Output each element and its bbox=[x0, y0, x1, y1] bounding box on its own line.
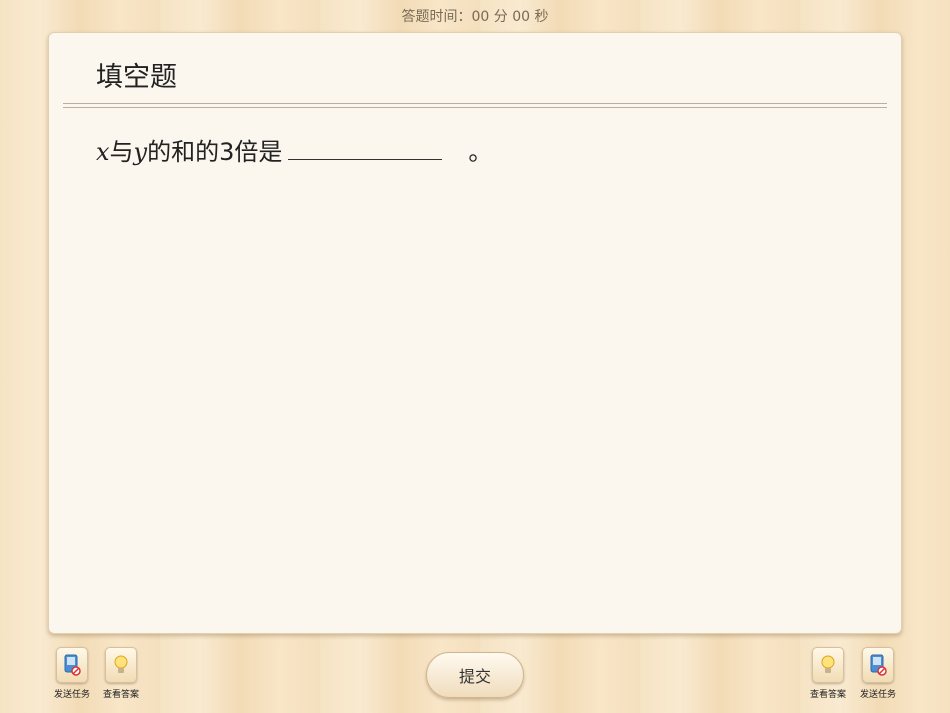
question-period: 。 bbox=[468, 138, 493, 166]
view-answer-label: 查看答案 bbox=[809, 690, 846, 700]
submit-button[interactable]: 提交 bbox=[426, 652, 524, 698]
send-task-label: 发送任务 bbox=[859, 690, 896, 700]
lightbulb-icon bbox=[812, 647, 844, 683]
view-answer-button-right[interactable]: 查看答案 bbox=[807, 647, 849, 700]
send-task-button-right[interactable]: 发送任务 bbox=[857, 647, 899, 700]
send-task-icon bbox=[862, 647, 894, 683]
lightbulb-icon bbox=[105, 647, 137, 683]
view-answer-label: 查看答案 bbox=[102, 690, 139, 700]
title-divider bbox=[63, 103, 887, 108]
question-text-part2: 的和的3倍是 bbox=[147, 138, 283, 166]
answer-timer: 答题时间：00 分 00 秒 bbox=[401, 9, 549, 25]
question-card: 填空题 x 与 y 的和的3倍是 。 bbox=[48, 32, 902, 634]
send-task-label: 发送任务 bbox=[53, 690, 90, 700]
variable-x: x bbox=[96, 138, 110, 166]
variable-y: y bbox=[133, 138, 148, 166]
view-answer-button-left[interactable]: 查看答案 bbox=[100, 647, 142, 700]
question-text-part1: 与 bbox=[109, 138, 134, 166]
question-type-title: 填空题 bbox=[96, 62, 177, 93]
send-task-icon bbox=[56, 647, 88, 683]
send-task-button-left[interactable]: 发送任务 bbox=[51, 647, 93, 700]
answer-blank[interactable] bbox=[288, 135, 443, 160]
question-text: x 与 y 的和的3倍是 。 bbox=[96, 132, 492, 167]
